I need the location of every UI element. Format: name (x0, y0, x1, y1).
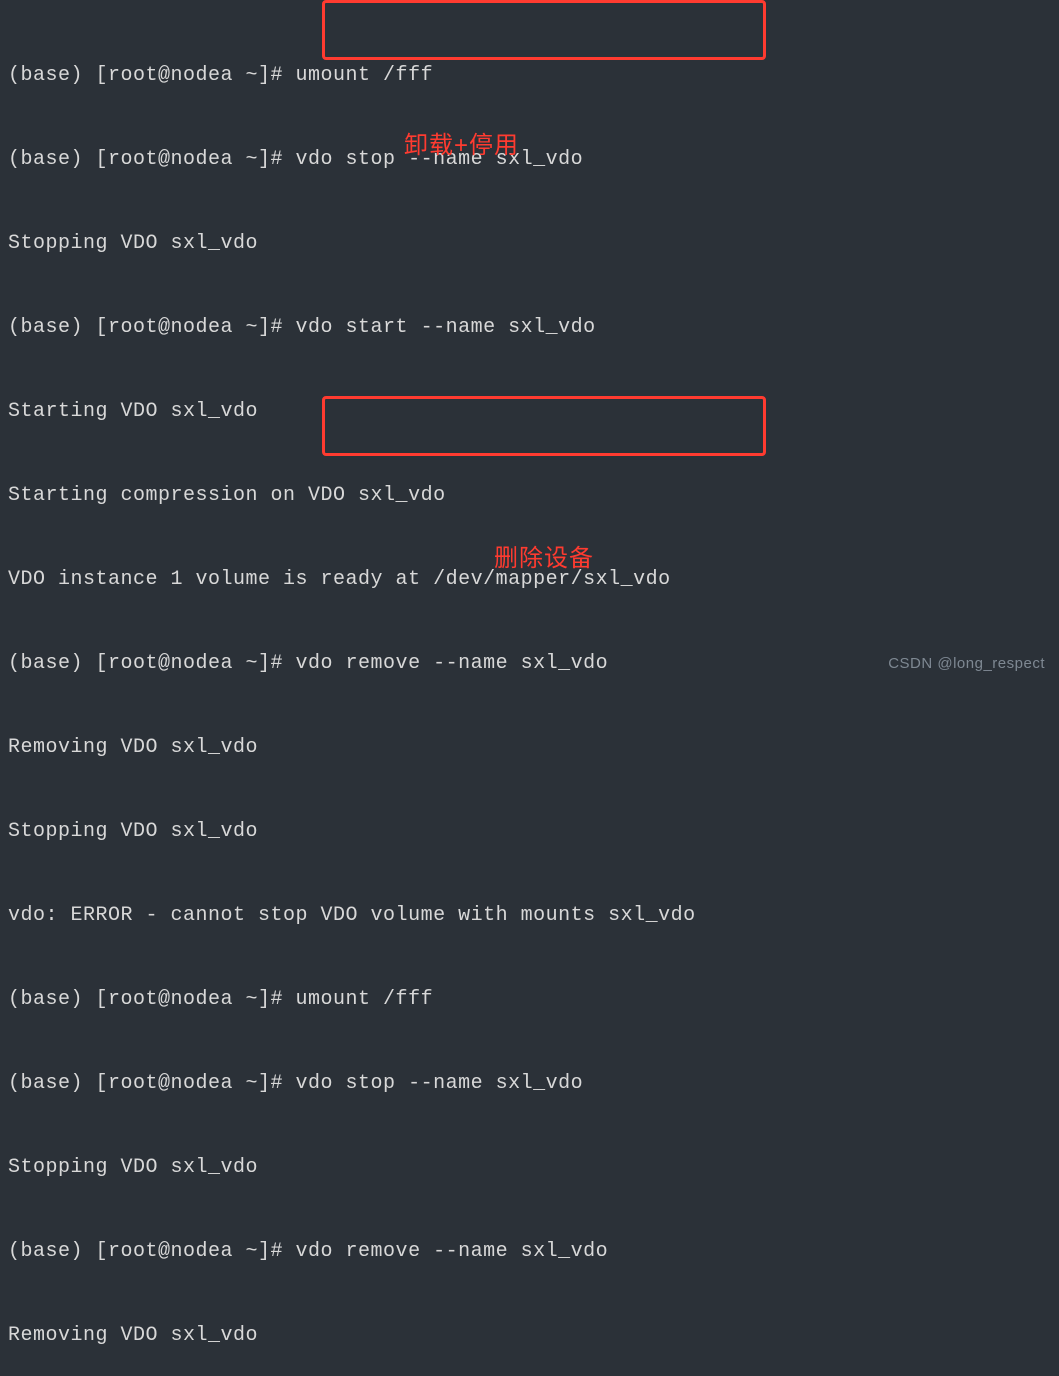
watermark: CSDN @long_respect (888, 650, 1045, 678)
term-line: Starting compression on VDO sxl_vdo (8, 482, 1051, 510)
terminal-pane[interactable]: (base) [root@nodea ~]# umount /fff (base… (0, 0, 1059, 1376)
term-line: (base) [root@nodea ~]# umount /fff (8, 62, 1051, 90)
term-line: (base) [root@nodea ~]# vdo stop --name s… (8, 1070, 1051, 1098)
term-line: vdo: ERROR - cannot stop VDO volume with… (8, 902, 1051, 930)
term-line: Stopping VDO sxl_vdo (8, 1154, 1051, 1182)
term-line: (base) [root@nodea ~]# vdo start --name … (8, 314, 1051, 342)
term-line: (base) [root@nodea ~]# vdo stop --name s… (8, 146, 1051, 174)
term-line: (base) [root@nodea ~]# vdo remove --name… (8, 1238, 1051, 1266)
term-line: Starting VDO sxl_vdo (8, 398, 1051, 426)
term-line: Stopping VDO sxl_vdo (8, 818, 1051, 846)
term-line: VDO instance 1 volume is ready at /dev/m… (8, 566, 1051, 594)
term-line: Stopping VDO sxl_vdo (8, 230, 1051, 258)
term-line: Removing VDO sxl_vdo (8, 734, 1051, 762)
term-line: (base) [root@nodea ~]# umount /fff (8, 986, 1051, 1014)
term-line: Removing VDO sxl_vdo (8, 1322, 1051, 1350)
